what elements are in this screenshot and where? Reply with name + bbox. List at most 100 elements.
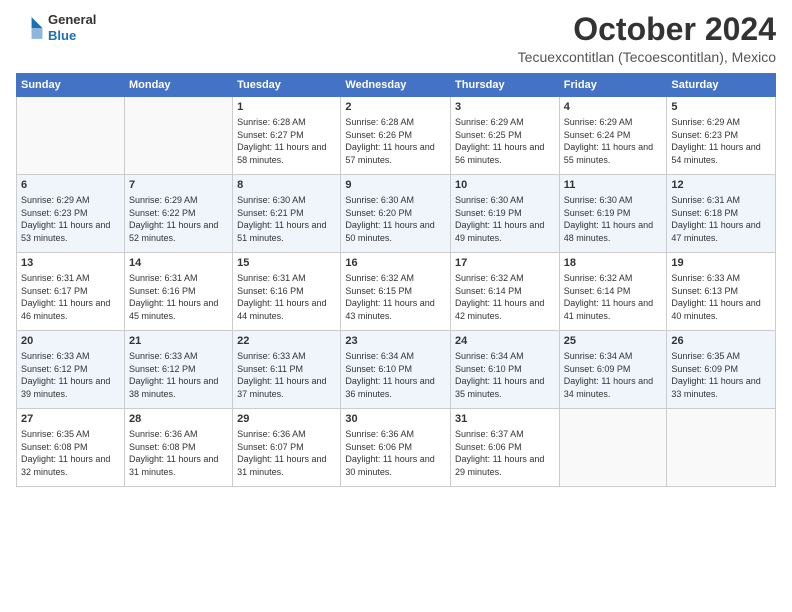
day-number: 29: [237, 412, 336, 427]
day-info: Sunrise: 6:29 AMSunset: 6:23 PMDaylight:…: [671, 116, 771, 166]
day-info: Sunrise: 6:33 AMSunset: 6:11 PMDaylight:…: [237, 350, 336, 400]
day-number: 19: [671, 256, 771, 271]
table-row: 22Sunrise: 6:33 AMSunset: 6:11 PMDayligh…: [233, 331, 341, 409]
day-number: 30: [345, 412, 446, 427]
table-row: 8Sunrise: 6:30 AMSunset: 6:21 PMDaylight…: [233, 175, 341, 253]
table-row: 1Sunrise: 6:28 AMSunset: 6:27 PMDaylight…: [233, 97, 341, 175]
day-info: Sunrise: 6:34 AMSunset: 6:09 PMDaylight:…: [564, 350, 663, 400]
table-row: 12Sunrise: 6:31 AMSunset: 6:18 PMDayligh…: [667, 175, 776, 253]
day-number: 25: [564, 334, 663, 349]
day-number: 17: [455, 256, 555, 271]
day-number: 31: [455, 412, 555, 427]
table-row: 18Sunrise: 6:32 AMSunset: 6:14 PMDayligh…: [559, 253, 667, 331]
col-tuesday: Tuesday: [233, 74, 341, 97]
table-row: 6Sunrise: 6:29 AMSunset: 6:23 PMDaylight…: [17, 175, 125, 253]
table-row: 21Sunrise: 6:33 AMSunset: 6:12 PMDayligh…: [124, 331, 232, 409]
day-number: 15: [237, 256, 336, 271]
table-row: 16Sunrise: 6:32 AMSunset: 6:15 PMDayligh…: [341, 253, 451, 331]
table-row: 27Sunrise: 6:35 AMSunset: 6:08 PMDayligh…: [17, 409, 125, 487]
day-number: 1: [237, 100, 336, 115]
day-info: Sunrise: 6:28 AMSunset: 6:27 PMDaylight:…: [237, 116, 336, 166]
day-number: 18: [564, 256, 663, 271]
table-row: 13Sunrise: 6:31 AMSunset: 6:17 PMDayligh…: [17, 253, 125, 331]
day-info: Sunrise: 6:32 AMSunset: 6:14 PMDaylight:…: [564, 272, 663, 322]
day-number: 4: [564, 100, 663, 115]
page: General Blue October 2024 Tecuexcontitla…: [0, 0, 792, 612]
generalblue-logo-icon: [16, 14, 44, 42]
day-number: 8: [237, 178, 336, 193]
table-row: 4Sunrise: 6:29 AMSunset: 6:24 PMDaylight…: [559, 97, 667, 175]
table-row: 24Sunrise: 6:34 AMSunset: 6:10 PMDayligh…: [451, 331, 560, 409]
table-row: [17, 97, 125, 175]
col-sunday: Sunday: [17, 74, 125, 97]
day-number: 24: [455, 334, 555, 349]
day-info: Sunrise: 6:29 AMSunset: 6:22 PMDaylight:…: [129, 194, 228, 244]
day-number: 14: [129, 256, 228, 271]
day-info: Sunrise: 6:29 AMSunset: 6:24 PMDaylight:…: [564, 116, 663, 166]
day-info: Sunrise: 6:28 AMSunset: 6:26 PMDaylight:…: [345, 116, 446, 166]
table-row: 29Sunrise: 6:36 AMSunset: 6:07 PMDayligh…: [233, 409, 341, 487]
day-number: 10: [455, 178, 555, 193]
table-row: 3Sunrise: 6:29 AMSunset: 6:25 PMDaylight…: [451, 97, 560, 175]
day-info: Sunrise: 6:31 AMSunset: 6:16 PMDaylight:…: [237, 272, 336, 322]
table-row: 11Sunrise: 6:30 AMSunset: 6:19 PMDayligh…: [559, 175, 667, 253]
table-row: 9Sunrise: 6:30 AMSunset: 6:20 PMDaylight…: [341, 175, 451, 253]
table-row: 17Sunrise: 6:32 AMSunset: 6:14 PMDayligh…: [451, 253, 560, 331]
day-info: Sunrise: 6:30 AMSunset: 6:19 PMDaylight:…: [564, 194, 663, 244]
day-number: 26: [671, 334, 771, 349]
calendar-week-row: 13Sunrise: 6:31 AMSunset: 6:17 PMDayligh…: [17, 253, 776, 331]
table-row: 31Sunrise: 6:37 AMSunset: 6:06 PMDayligh…: [451, 409, 560, 487]
day-number: 16: [345, 256, 446, 271]
day-info: Sunrise: 6:32 AMSunset: 6:14 PMDaylight:…: [455, 272, 555, 322]
header: General Blue October 2024 Tecuexcontitla…: [16, 12, 776, 65]
col-thursday: Thursday: [451, 74, 560, 97]
day-number: 12: [671, 178, 771, 193]
day-info: Sunrise: 6:29 AMSunset: 6:23 PMDaylight:…: [21, 194, 120, 244]
col-friday: Friday: [559, 74, 667, 97]
day-number: 2: [345, 100, 446, 115]
logo-text: General Blue: [48, 12, 96, 43]
day-number: 23: [345, 334, 446, 349]
day-number: 5: [671, 100, 771, 115]
col-saturday: Saturday: [667, 74, 776, 97]
day-info: Sunrise: 6:32 AMSunset: 6:15 PMDaylight:…: [345, 272, 446, 322]
day-info: Sunrise: 6:30 AMSunset: 6:21 PMDaylight:…: [237, 194, 336, 244]
day-number: 20: [21, 334, 120, 349]
day-number: 28: [129, 412, 228, 427]
col-wednesday: Wednesday: [341, 74, 451, 97]
day-info: Sunrise: 6:29 AMSunset: 6:25 PMDaylight:…: [455, 116, 555, 166]
table-row: 15Sunrise: 6:31 AMSunset: 6:16 PMDayligh…: [233, 253, 341, 331]
day-info: Sunrise: 6:33 AMSunset: 6:13 PMDaylight:…: [671, 272, 771, 322]
title-section: October 2024 Tecuexcontitlan (Tecoescont…: [518, 12, 776, 65]
day-number: 13: [21, 256, 120, 271]
table-row: 19Sunrise: 6:33 AMSunset: 6:13 PMDayligh…: [667, 253, 776, 331]
day-number: 6: [21, 178, 120, 193]
day-number: 22: [237, 334, 336, 349]
day-info: Sunrise: 6:34 AMSunset: 6:10 PMDaylight:…: [455, 350, 555, 400]
day-number: 7: [129, 178, 228, 193]
table-row: 14Sunrise: 6:31 AMSunset: 6:16 PMDayligh…: [124, 253, 232, 331]
table-row: [124, 97, 232, 175]
day-number: 27: [21, 412, 120, 427]
table-row: 2Sunrise: 6:28 AMSunset: 6:26 PMDaylight…: [341, 97, 451, 175]
table-row: 25Sunrise: 6:34 AMSunset: 6:09 PMDayligh…: [559, 331, 667, 409]
calendar-week-row: 1Sunrise: 6:28 AMSunset: 6:27 PMDaylight…: [17, 97, 776, 175]
table-row: [667, 409, 776, 487]
calendar-week-row: 20Sunrise: 6:33 AMSunset: 6:12 PMDayligh…: [17, 331, 776, 409]
col-monday: Monday: [124, 74, 232, 97]
day-info: Sunrise: 6:36 AMSunset: 6:06 PMDaylight:…: [345, 428, 446, 478]
day-info: Sunrise: 6:30 AMSunset: 6:19 PMDaylight:…: [455, 194, 555, 244]
day-number: 21: [129, 334, 228, 349]
table-row: 5Sunrise: 6:29 AMSunset: 6:23 PMDaylight…: [667, 97, 776, 175]
day-info: Sunrise: 6:35 AMSunset: 6:08 PMDaylight:…: [21, 428, 120, 478]
table-row: 10Sunrise: 6:30 AMSunset: 6:19 PMDayligh…: [451, 175, 560, 253]
day-info: Sunrise: 6:37 AMSunset: 6:06 PMDaylight:…: [455, 428, 555, 478]
day-info: Sunrise: 6:33 AMSunset: 6:12 PMDaylight:…: [129, 350, 228, 400]
day-info: Sunrise: 6:33 AMSunset: 6:12 PMDaylight:…: [21, 350, 120, 400]
table-row: 30Sunrise: 6:36 AMSunset: 6:06 PMDayligh…: [341, 409, 451, 487]
month-title: October 2024: [518, 12, 776, 47]
table-row: 20Sunrise: 6:33 AMSunset: 6:12 PMDayligh…: [17, 331, 125, 409]
day-number: 11: [564, 178, 663, 193]
table-row: [559, 409, 667, 487]
day-number: 3: [455, 100, 555, 115]
